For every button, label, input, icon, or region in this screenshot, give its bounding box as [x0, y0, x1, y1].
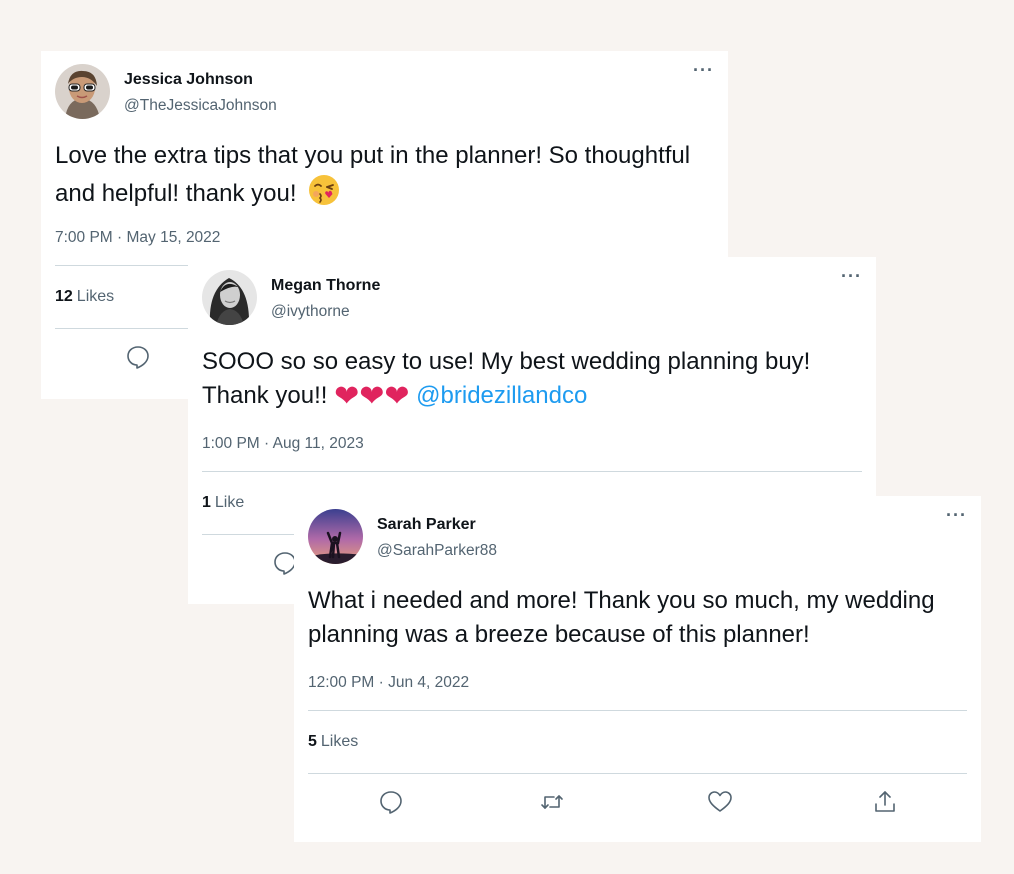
likes-count[interactable]: 5 Likes — [308, 733, 358, 751]
user-avatar-image — [308, 509, 363, 564]
share-icon[interactable] — [871, 788, 899, 816]
divider — [202, 471, 862, 472]
reply-icon[interactable] — [124, 343, 152, 371]
likes-number: 1 — [202, 494, 211, 511]
tweet-timestamp[interactable]: 1:00 PM · Aug 11, 2023 — [202, 435, 364, 453]
more-options-icon[interactable]: ··· — [841, 267, 862, 285]
like-icon[interactable] — [706, 788, 734, 816]
red-heart-emoji-icon: ❤❤❤ — [334, 380, 410, 413]
tweet-timestamp[interactable]: 7:00 PM · May 15, 2022 — [55, 229, 220, 247]
tweet-actions — [308, 788, 967, 818]
more-options-icon[interactable]: ··· — [946, 506, 967, 524]
likes-number: 5 — [308, 733, 317, 750]
mention-link[interactable]: @bridezillandco — [416, 382, 587, 409]
avatar[interactable] — [55, 64, 110, 119]
likes-label: Like — [214, 494, 245, 511]
display-name[interactable]: Sarah Parker — [377, 516, 476, 534]
tweet-card-sarah-parker[interactable]: Sarah Parker @SarahParker88 ··· What i n… — [294, 496, 981, 842]
face-blowing-kiss-emoji-icon — [307, 173, 341, 207]
avatar[interactable] — [202, 270, 257, 325]
likes-count[interactable]: 1 Like — [202, 494, 244, 512]
user-handle[interactable]: @SarahParker88 — [377, 542, 497, 560]
more-options-icon[interactable]: ··· — [693, 61, 714, 79]
likes-label: Likes — [320, 733, 359, 750]
user-handle[interactable]: @ivythorne — [271, 303, 350, 321]
tweet-text-body: Love the extra tips that you put in the … — [55, 142, 691, 207]
tweet-text: Love the extra tips that you put in the … — [55, 139, 725, 211]
user-handle[interactable]: @TheJessicaJohnson — [124, 97, 277, 115]
avatar[interactable] — [308, 509, 363, 564]
tweet-text: SOOO so so easy to use! My best wedding … — [202, 345, 872, 413]
tweet-text: What i needed and more! Thank you so muc… — [308, 587, 935, 648]
likes-label: Likes — [76, 288, 115, 305]
likes-count[interactable]: 12 Likes — [55, 288, 114, 306]
user-avatar-image — [202, 270, 257, 325]
user-avatar-image — [55, 64, 110, 119]
display-name[interactable]: Jessica Johnson — [124, 71, 253, 89]
divider — [308, 710, 967, 711]
retweet-icon[interactable] — [538, 788, 566, 816]
reply-icon[interactable] — [377, 788, 405, 816]
divider — [308, 773, 967, 774]
likes-number: 12 — [55, 288, 73, 305]
display-name[interactable]: Megan Thorne — [271, 277, 380, 295]
tweet-timestamp[interactable]: 12:00 PM · Jun 4, 2022 — [308, 674, 469, 692]
